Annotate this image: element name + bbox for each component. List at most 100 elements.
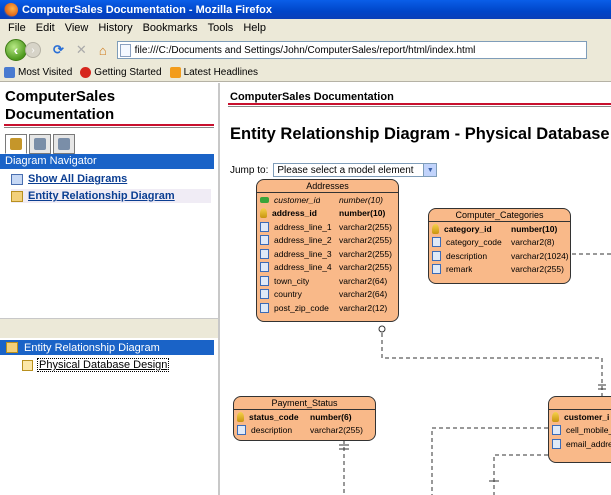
column-row: country varchar2(64) [257, 288, 398, 302]
column-name: address_line_1 [274, 221, 332, 232]
column-type: varchar2(255) [511, 264, 564, 275]
column-name: address_id [272, 208, 317, 219]
tree-item-label: Physical Database Design [37, 358, 170, 372]
column-name: country [274, 289, 302, 300]
primary-key-icon [552, 411, 559, 422]
back-button[interactable]: ‹ [5, 39, 27, 61]
tree-header-label: Entity Relationship Diagram [24, 341, 160, 354]
folder-icon [6, 342, 18, 353]
column-type: varchar2(255) [339, 221, 392, 232]
menu-tools[interactable]: Tools [203, 22, 239, 34]
menu-edit[interactable]: Edit [31, 22, 60, 34]
column-row: address_line_3 varchar2(255) [257, 247, 398, 261]
erd-link[interactable]: Entity Relationship Diagram [11, 189, 211, 203]
column-icon [552, 438, 561, 449]
url-text: file:///C:/Documents and Settings/John/C… [134, 44, 476, 56]
column-name: description [446, 250, 488, 261]
column-row: customer_id number(10) [257, 193, 398, 207]
show-all-diagrams-link[interactable]: Show All Diagrams [11, 172, 127, 186]
menu-file[interactable]: File [3, 22, 31, 34]
column-row: customer_i [549, 410, 611, 424]
column-type: varchar2(12) [339, 302, 388, 313]
bookmark-getting-started[interactable]: Getting Started [80, 66, 162, 78]
column-type: number(10) [339, 208, 386, 219]
diagram-navigator-header: Diagram Navigator [0, 154, 214, 169]
column-row: town_city varchar2(64) [257, 274, 398, 288]
column-type: varchar2(255) [310, 425, 363, 436]
address-bar[interactable]: file:///C:/Documents and Settings/John/C… [116, 41, 587, 59]
diagrams-icon [11, 173, 23, 185]
entity-title: Addresses [257, 180, 398, 193]
column-type: varchar2(8) [511, 237, 555, 248]
firefox-icon [4, 2, 18, 17]
column-name: address_line_4 [274, 262, 332, 273]
title-rule [4, 124, 214, 126]
menu-bar: File Edit View History Bookmarks Tools H… [0, 19, 611, 37]
column-icon [432, 264, 441, 275]
column-name: cell_mobile_ [566, 425, 611, 436]
column-name: description [251, 425, 293, 436]
column-type: number(10) [339, 194, 383, 205]
tree-item-physical-database-design[interactable]: Physical Database Design [22, 358, 170, 372]
model-icon [34, 138, 46, 150]
bookmark-most-visited[interactable]: Most Visited [4, 66, 73, 78]
column-type: number(10) [511, 223, 558, 234]
window-title: ComputerSales Documentation - Mozilla Fi… [22, 3, 272, 16]
entity-title: Computer_Categories [429, 209, 570, 222]
column-icon [260, 289, 269, 300]
window-titlebar: ComputerSales Documentation - Mozilla Fi… [0, 0, 611, 19]
project-title: ComputerSales Documentation [5, 88, 116, 123]
column-icon [260, 302, 269, 313]
rss-icon [169, 66, 181, 78]
customer-connector-2 [493, 454, 548, 495]
navigation-toolbar: ‹ › ⟳ ✕ ⌂ file:///C:/Documents and Setti… [0, 37, 611, 63]
column-row: category_code varchar2(8) [429, 236, 570, 250]
column-type: varchar2(255) [339, 262, 392, 273]
column-icon [260, 235, 269, 246]
zero-cardinality-marker [378, 325, 386, 333]
reload-icon[interactable]: ⟳ [53, 42, 64, 58]
column-row: address_id number(10) [257, 207, 398, 221]
left-frame: ComputerSales Documentation Diagram Navi… [0, 83, 220, 495]
tab-diagrams[interactable] [5, 134, 27, 154]
tab-model[interactable] [29, 134, 51, 154]
column-type: varchar2(255) [339, 235, 392, 246]
column-name: category_code [446, 237, 502, 248]
folder-icon [11, 190, 23, 202]
menu-bookmarks[interactable]: Bookmarks [138, 22, 203, 34]
stop-icon[interactable]: ✕ [76, 42, 87, 58]
home-icon[interactable]: ⌂ [99, 43, 107, 58]
primary-key-icon [432, 223, 439, 234]
column-icon [260, 221, 269, 232]
tab-class[interactable] [53, 134, 75, 154]
entity-payment-status[interactable]: Payment_Status status_code number(6) desc… [233, 396, 376, 441]
primary-key-icon [237, 411, 244, 422]
forward-button[interactable]: › [25, 42, 41, 58]
diagram-icon [22, 359, 33, 371]
menu-history[interactable]: History [93, 22, 137, 34]
entity-title [549, 397, 611, 410]
bookmark-label: Getting Started [94, 66, 162, 78]
column-name: town_city [274, 275, 310, 286]
bookmark-label: Most Visited [18, 66, 73, 78]
link-label: Show All Diagrams [28, 173, 128, 185]
entity-computer-categories[interactable]: Computer_Categories category_id number(10… [428, 208, 571, 284]
navigator-tabs [5, 134, 77, 154]
column-row: remark varchar2(255) [429, 263, 570, 277]
entity-addresses[interactable]: Addresses customer_id number(10) address_… [256, 179, 399, 322]
column-name: status_code [249, 411, 299, 422]
bookmark-label: Latest Headlines [183, 66, 259, 78]
column-row: address_line_1 varchar2(255) [257, 220, 398, 234]
frame-divider[interactable] [0, 318, 218, 338]
column-type: varchar2(255) [339, 248, 392, 259]
entity-customer[interactable]: customer_i cell_mobile_ email_addre [548, 396, 611, 463]
column-name: category_id [444, 223, 492, 234]
menu-view[interactable]: View [60, 22, 94, 34]
column-name: post_zip_code [274, 302, 329, 313]
menu-help[interactable]: Help [238, 22, 271, 34]
bookmark-latest-headlines[interactable]: Latest Headlines [169, 66, 259, 78]
title-rule-secondary [4, 127, 214, 128]
column-row: category_id number(10) [429, 222, 570, 236]
tree-header[interactable]: Entity Relationship Diagram [0, 340, 214, 355]
column-name: address_line_3 [274, 248, 332, 259]
